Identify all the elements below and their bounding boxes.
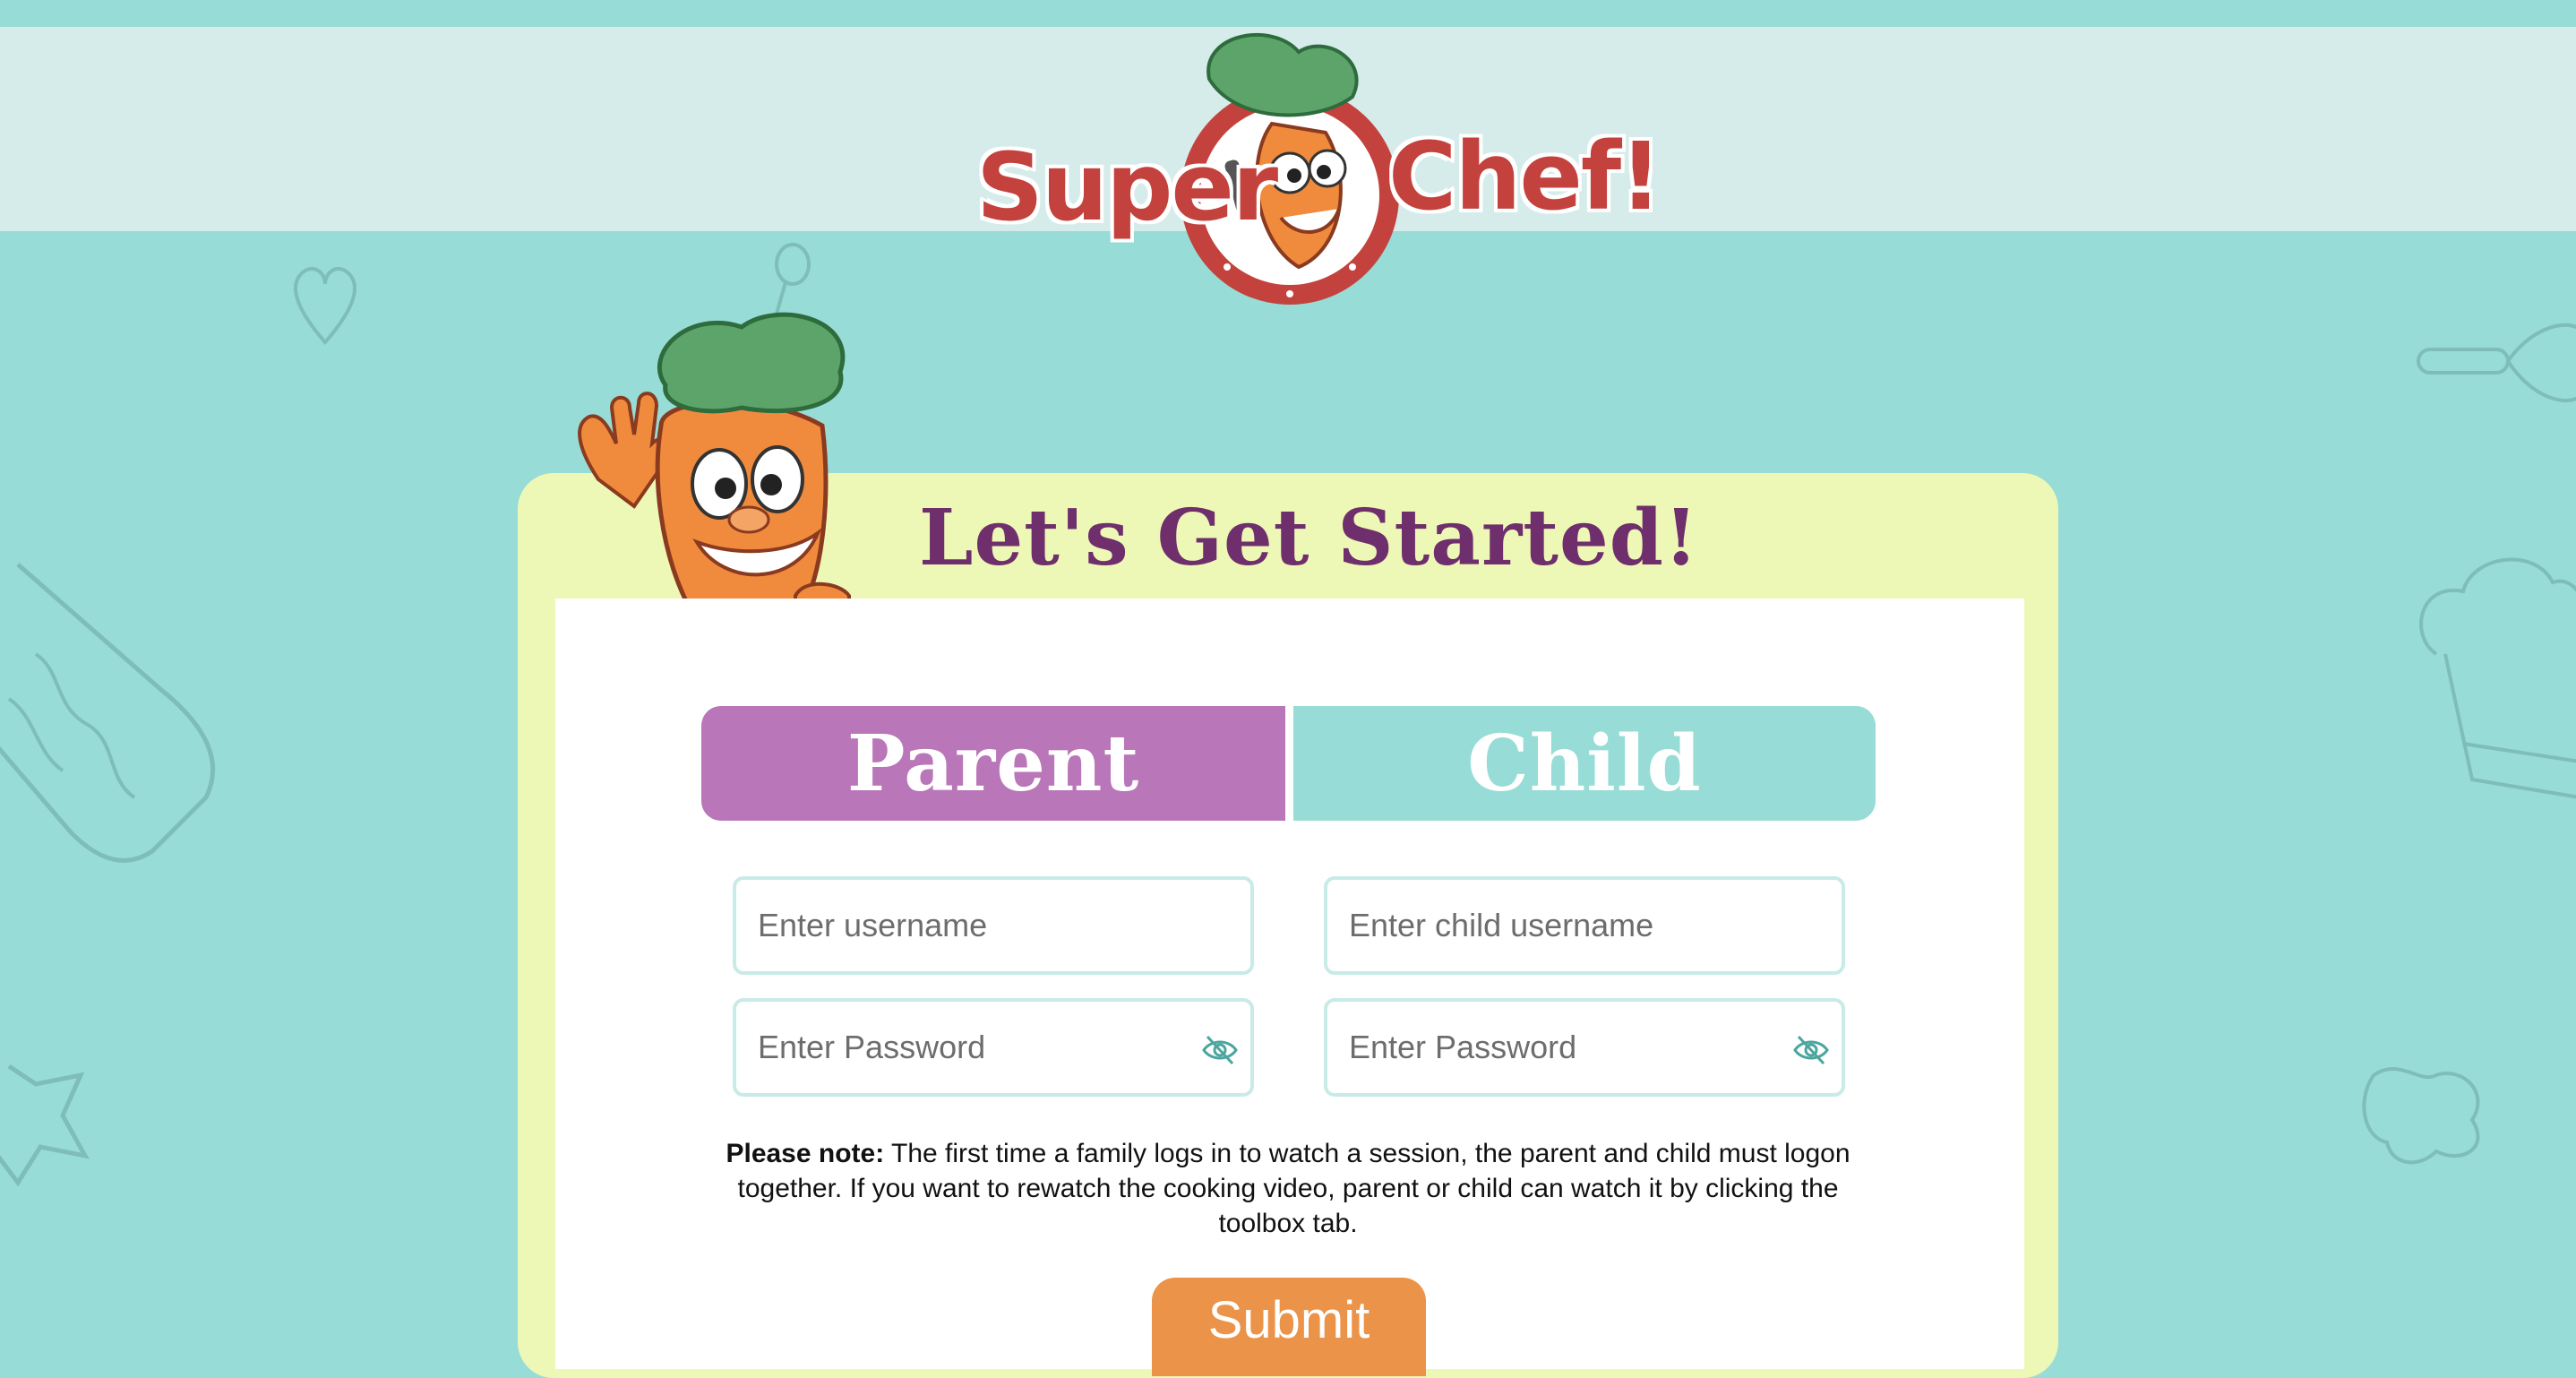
top-strip (0, 0, 2576, 27)
logo-text-chef: Chef! (1386, 119, 1665, 234)
star-cookie-doodle-icon (0, 1064, 90, 1187)
tab-parent[interactable]: Parent (701, 706, 1285, 821)
logo-text-super: Super (974, 130, 1281, 245)
parent-password-field[interactable] (733, 998, 1254, 1097)
eye-off-icon[interactable] (1202, 1034, 1238, 1066)
card-title: Let's Get Started! (919, 493, 1699, 583)
splat-doodle-icon (2362, 1067, 2480, 1165)
note-label: Please note: (726, 1139, 885, 1168)
login-note: Please note: The first time a family log… (699, 1136, 1877, 1241)
parent-username-field[interactable] (733, 876, 1254, 975)
note-text: The first time a family logs in to watch… (737, 1139, 1850, 1238)
child-password-input[interactable] (1327, 1002, 1842, 1093)
tab-child[interactable]: Child (1293, 706, 1876, 821)
child-password-field[interactable] (1324, 998, 1845, 1097)
cutting-board-doodle-icon (0, 563, 216, 863)
carrot-mascot-icon (578, 312, 851, 605)
eye-off-icon[interactable] (1793, 1034, 1829, 1066)
submit-button[interactable]: Submit (1152, 1278, 1426, 1376)
chef-hat-doodle-icon (2419, 557, 2576, 799)
heart-doodle-icon (294, 266, 356, 346)
super-chef-logo[interactable]: Super Chef! (967, 25, 1665, 312)
child-username-input[interactable] (1327, 880, 1842, 971)
parent-username-input[interactable] (736, 880, 1250, 971)
child-username-field[interactable] (1324, 876, 1845, 975)
whisk-doodle-icon (2417, 323, 2576, 402)
parent-password-input[interactable] (736, 1002, 1250, 1093)
